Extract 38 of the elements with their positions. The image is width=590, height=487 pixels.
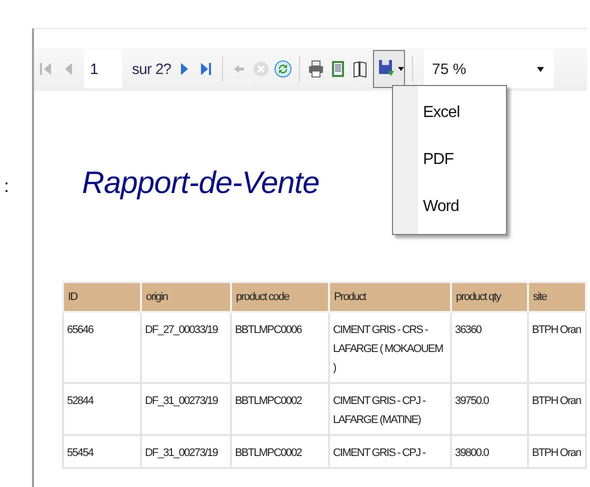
table-cell: 65646 — [63, 312, 141, 383]
refresh-icon[interactable] — [274, 60, 292, 78]
table-cell: CIMENT GRIS - CPJ - — [329, 435, 451, 468]
menu-item[interactable]: Excel — [423, 104, 506, 122]
table-cell: 39800.0 — [451, 435, 528, 468]
menu-item[interactable]: Word — [423, 198, 506, 216]
export-button[interactable] — [373, 50, 406, 88]
table-cell: 39750.0 — [451, 383, 528, 435]
table-cell: BTPH Oran — [528, 435, 586, 468]
caret-icon — [398, 67, 404, 71]
page-of-label: sur — [132, 60, 152, 78]
column-header: ID — [63, 282, 141, 312]
table-cell: CIMENT GRIS - CRS - LAFARGE ( MOKAOUEM ) — [329, 312, 451, 383]
zoom-dropdown[interactable]: 75 % — [424, 50, 554, 88]
table-cell: BTPH Oran — [528, 383, 586, 435]
menu-item[interactable]: PDF — [423, 150, 506, 169]
table-cell: DF_27_00033/19 — [141, 312, 231, 383]
report-title: Rapport-de-Vente — [82, 165, 320, 201]
column-header: product qty — [451, 282, 528, 312]
page-count: 2? — [155, 60, 172, 78]
column-header: product code — [231, 282, 329, 312]
column-header: site — [528, 282, 586, 312]
table-cell: BBTLMPC0002 — [231, 383, 329, 435]
table-cell: BTPH Oran — [528, 312, 586, 383]
colon-mark: : — [4, 176, 10, 197]
table-cell: 52844 — [63, 383, 141, 435]
table-cell: DF_31_00273/19 — [141, 383, 231, 435]
caret-icon — [537, 66, 544, 72]
table-cell: BBTLMPC0002 — [231, 435, 329, 468]
table-cell: BBTLMPC0006 — [231, 312, 329, 383]
column-header: origin — [141, 282, 231, 312]
table-cell: DF_31_00273/19 — [141, 435, 231, 468]
table-cell: CIMENT GRIS - CPJ - LAFARGE (MATINE) — [329, 383, 451, 435]
page-number-field[interactable]: 1 — [84, 50, 122, 88]
column-header: Product — [329, 282, 451, 312]
table-cell: 55454 — [63, 435, 141, 468]
print-icon[interactable] — [307, 60, 326, 78]
table-cell: 36360 — [451, 312, 528, 383]
